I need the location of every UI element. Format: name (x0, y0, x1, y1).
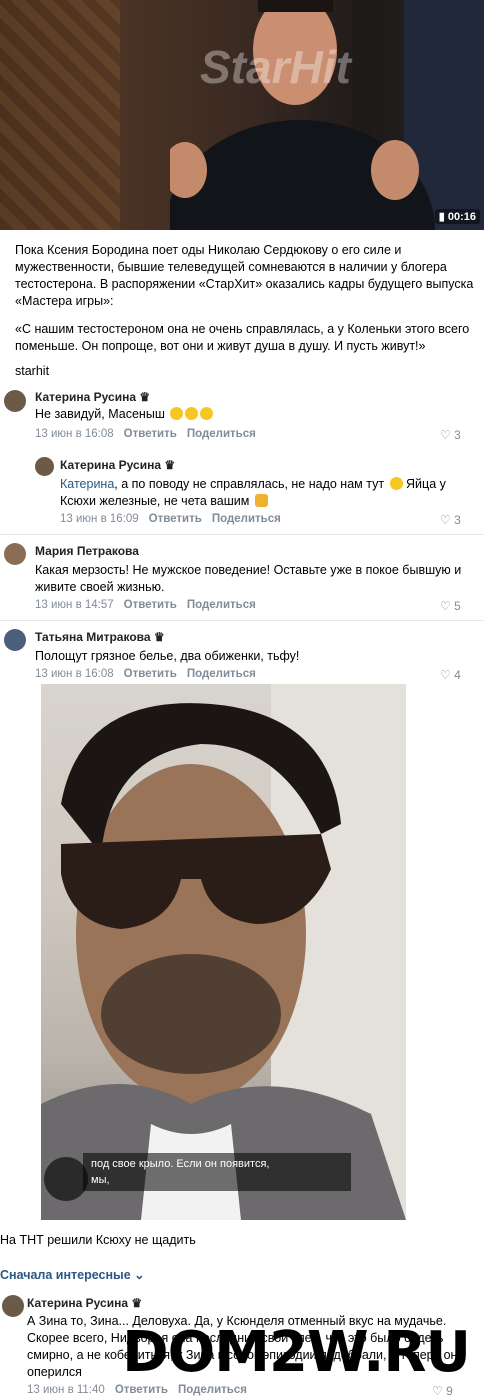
divider (0, 534, 484, 535)
comment-text: Какая мерзость! Не мужское поведение! Ос… (35, 563, 462, 594)
comment-meta: 13 июн в 16:08 Ответить Поделиться (35, 428, 256, 440)
comment-text: Полощут грязное белье, два обиженки, тьф… (35, 649, 300, 663)
badge-icon: ♛ (139, 390, 151, 404)
comment-author[interactable]: Мария Петракова (35, 544, 139, 558)
heart-icon: ♡ (440, 599, 451, 613)
sort-dropdown[interactable]: Сначала интересные ⌄ (0, 1267, 145, 1282)
comment-meta: 13 июн в 14:57 Ответить Поделиться (35, 599, 256, 611)
chevron-down-icon: ⌄ (134, 1268, 145, 1282)
divider (0, 620, 484, 621)
heart-icon: ♡ (440, 668, 451, 682)
post-text: На ТНТ решили Ксюху не щадить (0, 1233, 196, 1247)
comment-date[interactable]: 13 июн в 11:40 (27, 1384, 105, 1396)
like-button[interactable]: ♡ 3 (440, 428, 461, 442)
video-frame-person (170, 0, 435, 230)
background-decoration (0, 0, 120, 230)
avatar[interactable] (4, 543, 26, 565)
emoji-icon (170, 407, 184, 420)
emoji-icon (185, 407, 199, 420)
comment-author[interactable]: Катерина Русина ♛ (60, 458, 175, 472)
badge-icon: ♛ (153, 630, 165, 644)
like-button[interactable]: ♡ 5 (440, 599, 461, 613)
share-button[interactable]: Поделиться (187, 599, 256, 611)
comment-text: Не завидуй, Масеныш (35, 406, 214, 423)
mention-link[interactable]: Катерина (60, 477, 114, 491)
share-button[interactable]: Поделиться (178, 1384, 247, 1396)
post-text: Пока Ксения Бородина поет оды Николаю Се… (15, 243, 474, 308)
comment-meta: 13 июн в 11:40 Ответить Поделиться (27, 1384, 247, 1396)
share-button[interactable]: Поделиться (187, 428, 256, 440)
like-button[interactable]: ♡ 3 (440, 513, 461, 527)
avatar[interactable] (4, 629, 26, 651)
reply-button[interactable]: Ответить (149, 513, 202, 525)
post-source: starhit (15, 364, 50, 378)
sound-icon: ▮ (438, 211, 445, 223)
badge-icon: ♛ (164, 458, 176, 472)
video-player[interactable]: StarHit ▮ 00:16 (0, 0, 484, 230)
heart-icon: ♡ (440, 428, 451, 442)
comment-author[interactable]: Катерина Русина ♛ (27, 1296, 142, 1310)
emoji-icon (389, 477, 403, 490)
share-button[interactable]: Поделиться (187, 668, 256, 680)
watermark: StarHit (200, 41, 351, 93)
reply-button[interactable]: Ответить (124, 668, 177, 680)
comment-date[interactable]: 13 июн в 16:09 (60, 513, 139, 525)
like-button[interactable]: ♡ 9 (432, 1384, 453, 1398)
comment-date[interactable]: 13 июн в 14:57 (35, 599, 114, 611)
emoji-icon (254, 494, 268, 507)
heart-icon: ♡ (432, 1384, 443, 1398)
avatar[interactable] (2, 1295, 24, 1317)
reply-button[interactable]: Ответить (124, 428, 177, 440)
comment-text: Катерина, а по поводу не справлялась, не… (60, 477, 446, 508)
comment-author[interactable]: Катерина Русина ♛ (35, 390, 150, 404)
reply-button[interactable]: Ответить (115, 1384, 168, 1396)
comment-meta: 13 июн в 16:08 Ответить Поделиться (35, 668, 256, 680)
heart-icon: ♡ (440, 513, 451, 527)
like-button[interactable]: ♡ 4 (440, 668, 461, 682)
video-duration: ▮ 00:16 (434, 209, 480, 224)
post-photo[interactable] (41, 684, 406, 1220)
video-subtitle: под свое крыло. Если он появится, мы, (83, 1153, 351, 1191)
photo-illustration (41, 684, 406, 1220)
avatar[interactable] (35, 457, 54, 476)
post-quote: «С нашим тестостероном она не очень спра… (15, 322, 470, 353)
site-watermark: DOM2W.RU (122, 1320, 471, 1385)
emoji-icon (200, 407, 214, 420)
comment-date[interactable]: 13 июн в 16:08 (35, 668, 114, 680)
reply-button[interactable]: Ответить (124, 599, 177, 611)
duration-label: 00:16 (447, 211, 476, 223)
badge-icon: ♛ (131, 1296, 143, 1310)
comment-date[interactable]: 13 июн в 16:08 (35, 428, 114, 440)
comment-author[interactable]: Татьяна Митракова ♛ (35, 630, 165, 644)
avatar[interactable] (4, 390, 26, 412)
share-button[interactable]: Поделиться (212, 513, 281, 525)
comment-meta: 13 июн в 16:09 Ответить Поделиться (60, 513, 281, 525)
